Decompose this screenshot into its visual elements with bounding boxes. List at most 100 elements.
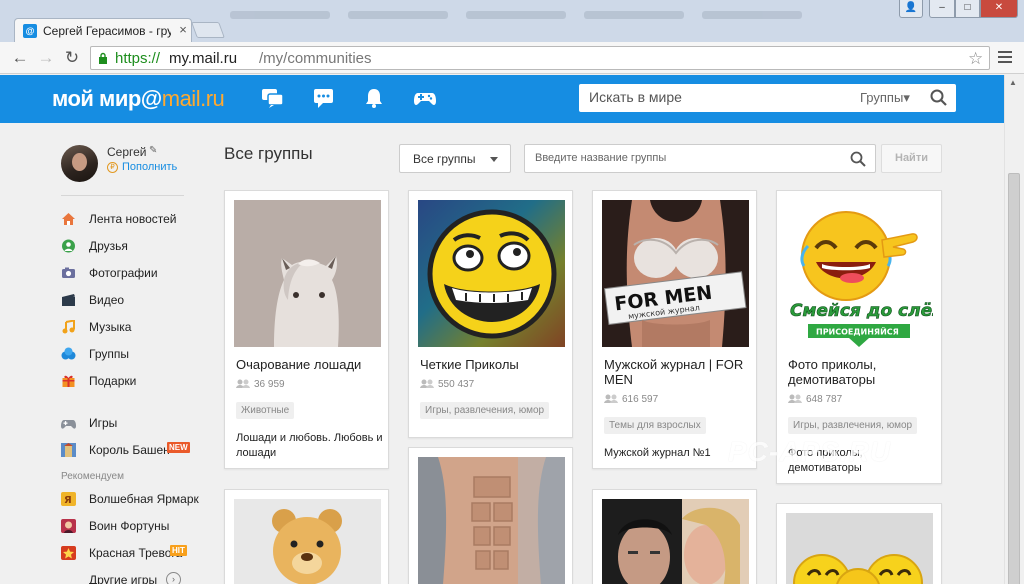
sidebar-item-news[interactable]: Лента новостей <box>61 210 201 230</box>
group-cover-teddy[interactable] <box>234 499 381 584</box>
sidebar-item-video[interactable]: Видео <box>61 291 201 311</box>
world-search-box: Группы▾ <box>579 84 956 112</box>
group-cover-couple[interactable] <box>602 499 749 584</box>
background-tabs <box>230 8 870 22</box>
back-arrow-icon[interactable]: ← <box>10 48 30 68</box>
group-title[interactable]: Очарование лошади <box>236 357 386 372</box>
scroll-thumb[interactable] <box>1008 173 1020 584</box>
friends-icon <box>62 239 75 253</box>
group-title[interactable]: Четкие Приколы <box>420 357 570 372</box>
group-card[interactable] <box>224 489 389 584</box>
user-name[interactable]: Сергей <box>107 145 147 159</box>
sidebar-item-label: Музыка <box>89 320 132 334</box>
reload-icon[interactable]: ↻ <box>62 48 82 68</box>
browser-tab-strip: @ Сергей Герасимов - груп × 👤 – □ ✕ <box>0 0 1024 42</box>
tab-close-icon[interactable]: × <box>176 22 190 38</box>
sidebar-item-groups[interactable]: Группы <box>61 345 201 365</box>
search-scope-dropdown[interactable]: Группы▾ <box>860 90 910 106</box>
alert-game-icon <box>61 546 76 560</box>
category-tag[interactable]: Игры, развлечения, юмор <box>420 402 550 419</box>
new-badge: NEW <box>167 442 190 453</box>
forward-arrow-icon[interactable]: → <box>36 48 56 68</box>
sidebar-item-friends[interactable]: Друзья <box>61 237 201 257</box>
group-card[interactable]: Четкие Приколы 550 437 Игры, развлечения… <box>408 190 573 438</box>
sidebar-item-fortune-warrior[interactable]: Воин Фортуны <box>61 517 201 537</box>
group-search-input[interactable] <box>535 152 815 164</box>
chevron-right-icon[interactable]: › <box>166 572 181 584</box>
sidebar-item-red-alert[interactable]: Красная Тревога HIT <box>61 544 201 564</box>
group-card[interactable] <box>776 503 942 584</box>
sidebar-item-tower-king[interactable]: Король Башен NEW <box>61 441 201 461</box>
gamepad-icon[interactable] <box>413 87 437 109</box>
browser-tab[interactable]: @ Сергей Герасимов - груп × <box>14 18 192 42</box>
category-tag[interactable]: Игры, развлечения, юмор <box>788 417 918 434</box>
category-tag[interactable]: Темы для взрослых <box>604 417 706 434</box>
group-card[interactable]: FOR MEN мужской журнал Мужской журнал | … <box>592 190 757 469</box>
sidebar-item-label: Лента новостей <box>89 212 177 226</box>
bell-icon[interactable] <box>362 87 386 109</box>
search-icon[interactable] <box>849 150 867 168</box>
new-tab-button[interactable] <box>191 22 225 38</box>
topup-link[interactable]: Пополнить <box>122 161 177 173</box>
dialogs-icon[interactable] <box>261 87 285 109</box>
find-button[interactable]: Найти <box>881 144 942 173</box>
pencil-icon[interactable]: ✎ <box>149 145 157 156</box>
film-icon <box>62 294 75 306</box>
group-cover-smiley[interactable] <box>418 200 565 347</box>
group-card[interactable] <box>408 447 573 584</box>
gamepad-icon <box>61 420 76 429</box>
sidebar-item-label: Воин Фортуны <box>89 519 170 533</box>
group-cover-for-men[interactable]: FOR MEN мужской журнал <box>602 200 749 347</box>
member-count-value: 36 959 <box>254 379 285 390</box>
groups-filter-dropdown[interactable]: Все группы <box>399 144 511 173</box>
group-cover-laughing[interactable]: Смейся до слёз ПРИСОЕДИНЯЙСЯ <box>786 200 933 347</box>
tower-game-icon <box>61 443 76 457</box>
fair-game-icon: Я <box>61 492 76 506</box>
my-world-logo[interactable]: мой мир@mail.ru <box>52 86 225 112</box>
address-bar[interactable]: https:// my.mail.ru /my/communities ☆ <box>90 46 990 70</box>
sidebar-item-photos[interactable]: Фотографии <box>61 264 201 284</box>
sidebar-item-label: Волшебная Ярмарка <box>89 492 199 506</box>
page-scrollbar[interactable]: ▲ <box>1004 75 1024 584</box>
search-icon[interactable] <box>929 88 949 108</box>
mail-ru-favicon-icon: @ <box>23 24 37 38</box>
member-count: 648 787 <box>788 394 842 405</box>
group-title[interactable]: Фото приколы, демотиваторы <box>788 357 938 387</box>
messages-icon[interactable] <box>312 87 336 109</box>
member-count: 616 597 <box>604 394 658 405</box>
bookmark-star-icon[interactable]: ☆ <box>968 49 983 69</box>
group-cover-horse[interactable] <box>234 200 381 347</box>
sidebar-item-games[interactable]: Игры <box>61 414 201 434</box>
group-title[interactable]: Мужской журнал | FOR MEN <box>604 357 754 387</box>
world-search-input[interactable] <box>589 89 849 105</box>
sidebar-item-music[interactable]: Музыка <box>61 318 201 338</box>
sidebar-divider <box>61 195 184 196</box>
left-sidebar: Сергей ✎ ₽ Пополнить Лента новостей Друз… <box>0 123 210 584</box>
category-tag[interactable]: Животные <box>236 402 295 419</box>
scroll-up-arrow-icon[interactable]: ▲ <box>1009 78 1017 87</box>
maximize-button[interactable]: □ <box>955 0 980 18</box>
members-icon <box>420 379 434 388</box>
group-cover-smileys[interactable] <box>786 513 933 584</box>
watermark-text: PC-APS.RU <box>728 436 892 467</box>
sidebar-item-magic-fair[interactable]: Я Волшебная Ярмарка <box>61 490 201 510</box>
group-cover-fitness[interactable] <box>418 457 565 584</box>
poster-smile-caption: Смейся до слёз <box>790 301 933 321</box>
coin-icon: ₽ <box>107 162 118 173</box>
url-path: /my/communities <box>259 50 372 67</box>
logo-mail-text: mail.ru <box>161 86 225 111</box>
logo-text: мой мир@ <box>52 86 162 111</box>
profile-icon[interactable]: 👤 <box>899 0 923 18</box>
minimize-button[interactable]: – <box>929 0 955 18</box>
group-card[interactable] <box>592 489 757 584</box>
avatar[interactable] <box>61 145 98 182</box>
sidebar-item-gifts[interactable]: Подарки <box>61 372 201 392</box>
home-icon <box>62 213 75 225</box>
member-count-value: 616 597 <box>622 394 659 405</box>
groups-icon <box>61 347 76 360</box>
url-scheme: https:// <box>115 50 161 67</box>
close-window-button[interactable]: ✕ <box>980 0 1018 18</box>
group-card[interactable]: Очарование лошади 36 959 Животные Лошади… <box>224 190 389 469</box>
sidebar-item-label: Фотографии <box>89 266 158 280</box>
hamburger-menu-icon[interactable] <box>998 51 1012 64</box>
